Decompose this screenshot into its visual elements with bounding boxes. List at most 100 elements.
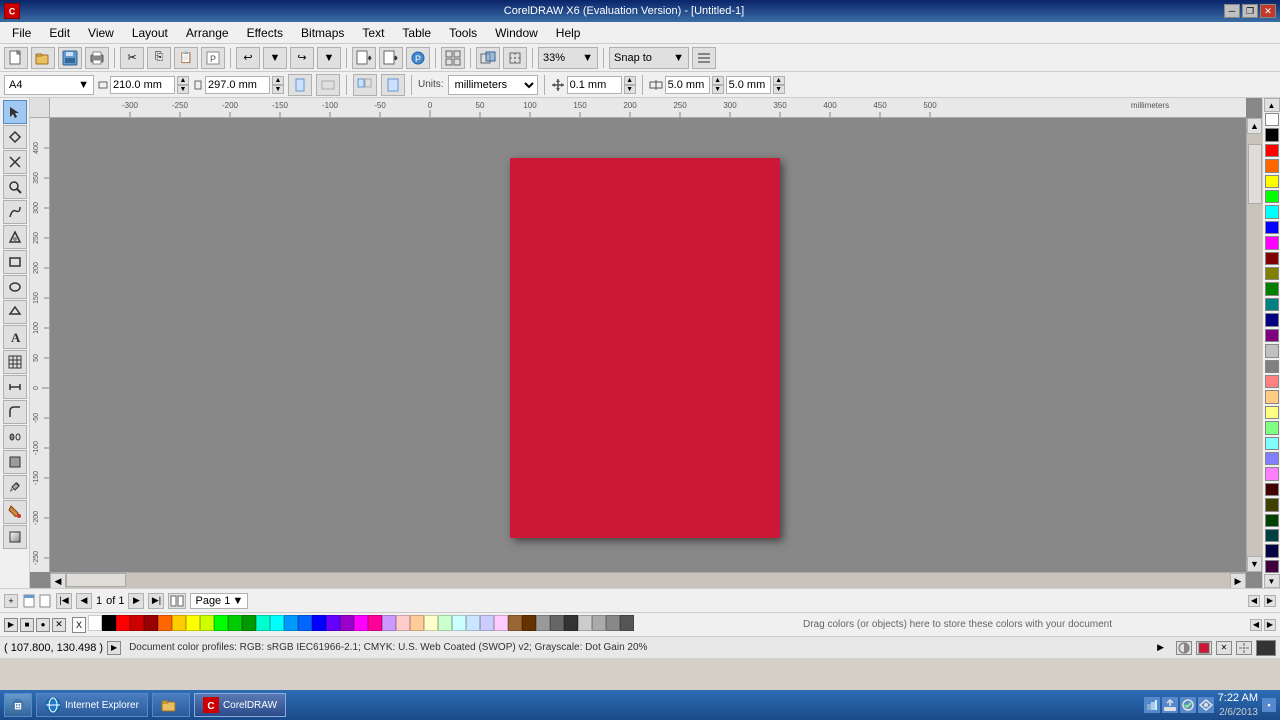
color-swatch[interactable] [158, 615, 172, 631]
palette-scroll-up[interactable]: ▲ [1264, 98, 1280, 112]
interactive-fill-button[interactable] [3, 525, 27, 549]
selection-tool-button[interactable] [3, 100, 27, 124]
color-swatch[interactable] [354, 615, 368, 631]
color-swatch[interactable] [494, 615, 508, 631]
palette-color-swatch[interactable] [1265, 529, 1279, 542]
export-button[interactable] [379, 47, 403, 69]
menu-item-file[interactable]: File [4, 24, 39, 42]
nudge-up[interactable]: ▲ [624, 76, 636, 85]
color-swatch[interactable] [116, 615, 130, 631]
scroll-thumb-v[interactable] [1248, 144, 1262, 204]
menu-item-view[interactable]: View [80, 24, 122, 42]
text-tool-button[interactable]: A [3, 325, 27, 349]
color-swatch[interactable] [592, 615, 606, 631]
color-swatch[interactable] [606, 615, 620, 631]
color-swatch[interactable] [340, 615, 354, 631]
height-down[interactable]: ▼ [272, 85, 284, 94]
current-page-button[interactable] [381, 74, 405, 96]
taskbar-ie[interactable]: Internet Explorer [36, 693, 148, 717]
taskbar-files[interactable] [152, 693, 190, 717]
snap-settings-button[interactable] [692, 47, 716, 69]
width-spinner[interactable]: ▲▼ [177, 76, 189, 94]
transparency-tool-button[interactable] [3, 450, 27, 474]
menu-item-layout[interactable]: Layout [124, 24, 176, 42]
page-name-tab[interactable]: Page 1 ▼ [190, 593, 248, 609]
color-swatch[interactable] [466, 615, 480, 631]
palette-color-swatch[interactable] [1265, 313, 1279, 326]
color-swatch[interactable] [368, 615, 382, 631]
tray-icon-2[interactable] [1162, 697, 1178, 713]
crop-tool-button[interactable] [3, 150, 27, 174]
no-color-swatch[interactable]: X [72, 617, 86, 633]
canvas-background[interactable] [50, 118, 1246, 572]
tray-icon-1[interactable] [1144, 697, 1160, 713]
show-desktop-button[interactable]: ▪ [1262, 698, 1276, 712]
scroll-right-button[interactable]: ▶ [1230, 573, 1246, 588]
fill-tool-button[interactable] [3, 500, 27, 524]
color-swatch[interactable] [284, 615, 298, 631]
palette-color-swatch[interactable] [1265, 282, 1279, 295]
snap-dropdown-button[interactable]: Snap to ▼ [609, 47, 689, 69]
color-swatch[interactable] [564, 615, 578, 631]
color-swatch[interactable] [480, 615, 494, 631]
blend-tool-button[interactable] [3, 425, 27, 449]
close-button[interactable]: ✕ [1260, 4, 1276, 18]
palette-color-swatch[interactable] [1265, 144, 1279, 157]
color-swatch[interactable] [186, 615, 200, 631]
all-pages-button[interactable] [353, 74, 377, 96]
paste-special-button[interactable]: P [201, 47, 225, 69]
palette-color-swatch[interactable] [1265, 329, 1279, 342]
color-swatch[interactable] [270, 615, 284, 631]
color-swatch[interactable] [410, 615, 424, 631]
menu-item-text[interactable]: Text [354, 24, 392, 42]
palette-color-swatch[interactable] [1265, 452, 1279, 465]
print-button[interactable] [85, 47, 109, 69]
restore-button[interactable]: ❐ [1242, 4, 1258, 18]
width-input[interactable] [110, 76, 175, 94]
new-page-button[interactable]: + [4, 594, 18, 608]
palette-color-swatch[interactable] [1265, 544, 1279, 557]
select-all-button[interactable] [441, 47, 465, 69]
stop-button[interactable]: ■ [20, 618, 34, 632]
palette-color-swatch[interactable] [1265, 467, 1279, 480]
width-up[interactable]: ▲ [177, 76, 189, 85]
zoom-tool-button[interactable] [3, 175, 27, 199]
menu-item-table[interactable]: Table [394, 24, 439, 42]
palette-scroll-down[interactable]: ▼ [1264, 574, 1280, 588]
landscape-button[interactable] [316, 74, 340, 96]
prev-page-button[interactable]: ◀ [76, 593, 92, 609]
scroll-thumb-h[interactable] [66, 573, 126, 587]
shape-edit-tool-button[interactable] [3, 125, 27, 149]
palette-color-swatch[interactable] [1265, 159, 1279, 172]
next-page-button[interactable]: ▶ [128, 593, 144, 609]
snap-status-button[interactable] [1236, 641, 1252, 655]
palette-color-swatch[interactable] [1265, 560, 1279, 573]
color-swatch[interactable] [508, 615, 522, 631]
redo-dropdown[interactable]: ▼ [317, 47, 341, 69]
taskbar-coreldraw[interactable]: C CorelDRAW [194, 693, 286, 717]
undo-dropdown[interactable]: ▼ [263, 47, 287, 69]
paste-button[interactable]: 📋 [174, 47, 198, 69]
menu-item-tools[interactable]: Tools [441, 24, 485, 42]
copy-button[interactable]: ⎘ [147, 47, 171, 69]
scroll-up-button[interactable]: ▲ [1247, 118, 1262, 134]
color-swatch[interactable] [452, 615, 466, 631]
palette-arrow-left[interactable]: ◀ [1250, 619, 1262, 631]
cut-button[interactable]: ✂ [120, 47, 144, 69]
palette-color-swatch[interactable] [1265, 113, 1279, 126]
color-swatch[interactable] [144, 615, 158, 631]
color-swatch[interactable] [130, 615, 144, 631]
height-up[interactable]: ▲ [272, 76, 284, 85]
color-swatch[interactable] [256, 615, 270, 631]
menu-item-effects[interactable]: Effects [239, 24, 291, 42]
color-swatch[interactable] [242, 615, 256, 631]
menu-item-edit[interactable]: Edit [41, 24, 78, 42]
close-status-button[interactable]: ✕ [1216, 641, 1232, 655]
save-button[interactable] [58, 47, 82, 69]
color-swatch[interactable] [382, 615, 396, 631]
palette-color-swatch[interactable] [1265, 437, 1279, 450]
color-swatch[interactable] [326, 615, 340, 631]
tray-icon-3[interactable] [1180, 697, 1196, 713]
palette-color-swatch[interactable] [1265, 514, 1279, 527]
portrait-button[interactable] [288, 74, 312, 96]
